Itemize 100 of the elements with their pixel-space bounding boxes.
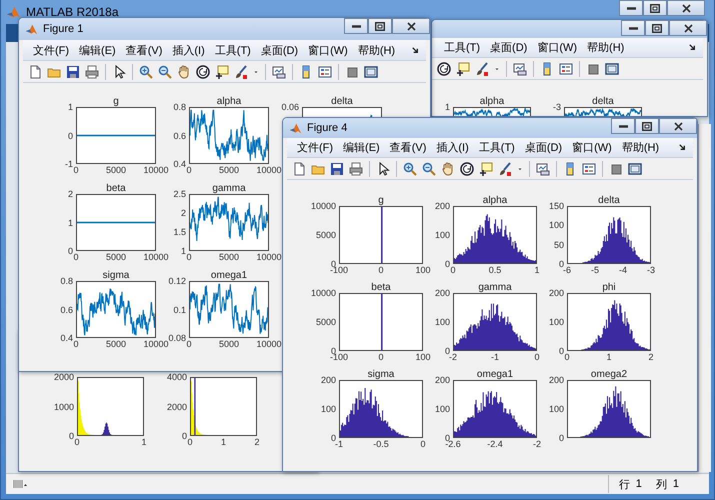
tick-label: 0 (186, 165, 192, 175)
window-title: Figure 4 (307, 122, 348, 134)
legend-icon[interactable] (558, 60, 574, 76)
tick-label: 0 (74, 339, 78, 349)
printer-icon[interactable] (84, 64, 100, 80)
brush-icon[interactable] (474, 60, 490, 76)
zoom-in-icon[interactable] (138, 64, 154, 80)
close-icon (674, 122, 682, 130)
menu-item[interactable]: 工具(T) (478, 140, 515, 155)
minimize-icon (618, 124, 628, 128)
minimize-button[interactable] (619, 0, 643, 16)
menu-item[interactable]: 窗口(W) (572, 140, 612, 155)
minimize-button[interactable] (344, 18, 368, 34)
close-button[interactable] (392, 18, 430, 34)
restore-button[interactable] (635, 118, 659, 134)
close-button[interactable] (659, 118, 697, 134)
menu-item[interactable]: 帮助(H) (587, 40, 624, 55)
panel-icon[interactable] (604, 60, 620, 76)
save-icon[interactable] (329, 160, 345, 176)
menu-item[interactable]: 编辑(E) (343, 140, 380, 155)
menu-item[interactable]: 帮助(H) (622, 140, 660, 155)
tick-label: 50 (554, 240, 564, 250)
tick-label: 0 (74, 165, 78, 175)
tick-label: 1 (180, 246, 186, 256)
tick-label: 10000 (143, 252, 169, 262)
link-icon[interactable] (535, 160, 551, 176)
minimize-button[interactable] (611, 118, 635, 134)
histogram-drawing (78, 380, 114, 435)
restore-icon (642, 122, 652, 130)
tick-label: 0 (68, 431, 74, 441)
restore-button[interactable] (643, 0, 667, 16)
tick-label: 5000 (106, 339, 126, 349)
menu-item[interactable]: 查看(V) (126, 42, 162, 58)
plot-title: omega2 (590, 369, 628, 380)
menu-item[interactable]: 插入(I) (172, 42, 205, 58)
menu-item[interactable]: 工具(T) (214, 42, 251, 58)
legend-icon[interactable] (581, 160, 597, 176)
minimize-button[interactable] (621, 20, 645, 36)
plot-title: sigma (102, 270, 130, 281)
menu-item[interactable]: 窗口(W) (537, 40, 578, 55)
tick-label: 200 (320, 375, 336, 385)
status-value: 1 (672, 478, 679, 490)
status-label: 行 (618, 478, 630, 492)
close-button[interactable] (667, 0, 705, 16)
link-icon[interactable] (271, 64, 287, 80)
menu-item[interactable]: 查看(V) (390, 140, 426, 155)
layout-icon[interactable] (12, 478, 28, 490)
brush-icon[interactable] (233, 64, 249, 80)
tick-label: 10000 (256, 339, 282, 349)
tick-label: 100 (434, 230, 450, 240)
zoom-out-icon[interactable] (157, 64, 173, 80)
plot-title: phi (601, 282, 617, 293)
tick-label: 100 (415, 265, 431, 275)
menu-item[interactable]: 桌面(D) (490, 40, 528, 55)
menu-item[interactable]: 桌面(D) (524, 140, 562, 155)
tick-label: 150 (548, 201, 564, 211)
close-button[interactable] (669, 20, 707, 36)
rotate-icon[interactable] (195, 64, 211, 80)
zoom-out-icon[interactable] (421, 160, 437, 176)
matlab-logo-icon (289, 122, 302, 134)
plot-title: sigma (366, 369, 396, 380)
histogram-bars (581, 300, 650, 350)
plot-title: omega1 (210, 270, 248, 281)
minimize-icon (626, 6, 636, 10)
menu-item[interactable]: 文件(F) (33, 42, 70, 58)
printer-icon[interactable] (348, 160, 364, 176)
data-cursor-icon[interactable] (214, 64, 230, 80)
menu-item[interactable]: 窗口(W) (308, 42, 348, 58)
tick-label: 0 (420, 439, 426, 449)
plot-title: beta (370, 282, 392, 293)
menu-item[interactable]: 桌面(D) (260, 42, 298, 58)
spike-line (381, 207, 383, 263)
restore-button[interactable] (368, 18, 392, 34)
dock-arrow-icon[interactable] (678, 143, 687, 152)
zoom-in-icon[interactable] (402, 160, 418, 176)
dock-arrow-icon[interactable] (411, 46, 420, 54)
rotate-icon[interactable] (459, 160, 475, 176)
histogram-bars (580, 386, 650, 437)
tick-label: 0 (182, 431, 187, 441)
tick-label: 0 (444, 346, 450, 356)
save-icon[interactable] (65, 64, 81, 80)
panel-icon[interactable] (363, 64, 379, 80)
tick-label: 10000 (310, 201, 336, 211)
panel-icon[interactable] (627, 160, 643, 176)
data-cursor-icon[interactable] (478, 160, 494, 176)
tick-label: 0 (186, 339, 192, 349)
link-icon[interactable] (512, 60, 528, 76)
restore-button[interactable] (645, 20, 669, 36)
dock-arrow-icon[interactable] (688, 43, 697, 52)
rotate-icon[interactable] (436, 60, 452, 76)
matlab-logo-icon (25, 22, 38, 36)
menu-item[interactable]: 工具(T) (444, 40, 480, 55)
brush-icon[interactable] (497, 160, 513, 176)
menu-item[interactable]: 编辑(E) (79, 42, 116, 58)
menu-item[interactable]: 插入(I) (436, 140, 469, 155)
tick-label: -1 (491, 352, 499, 362)
legend-icon[interactable] (317, 64, 333, 80)
menu-item[interactable]: 文件(F) (297, 140, 334, 155)
data-cursor-icon[interactable] (455, 60, 471, 76)
menu-item[interactable]: 帮助(H) (358, 42, 396, 58)
